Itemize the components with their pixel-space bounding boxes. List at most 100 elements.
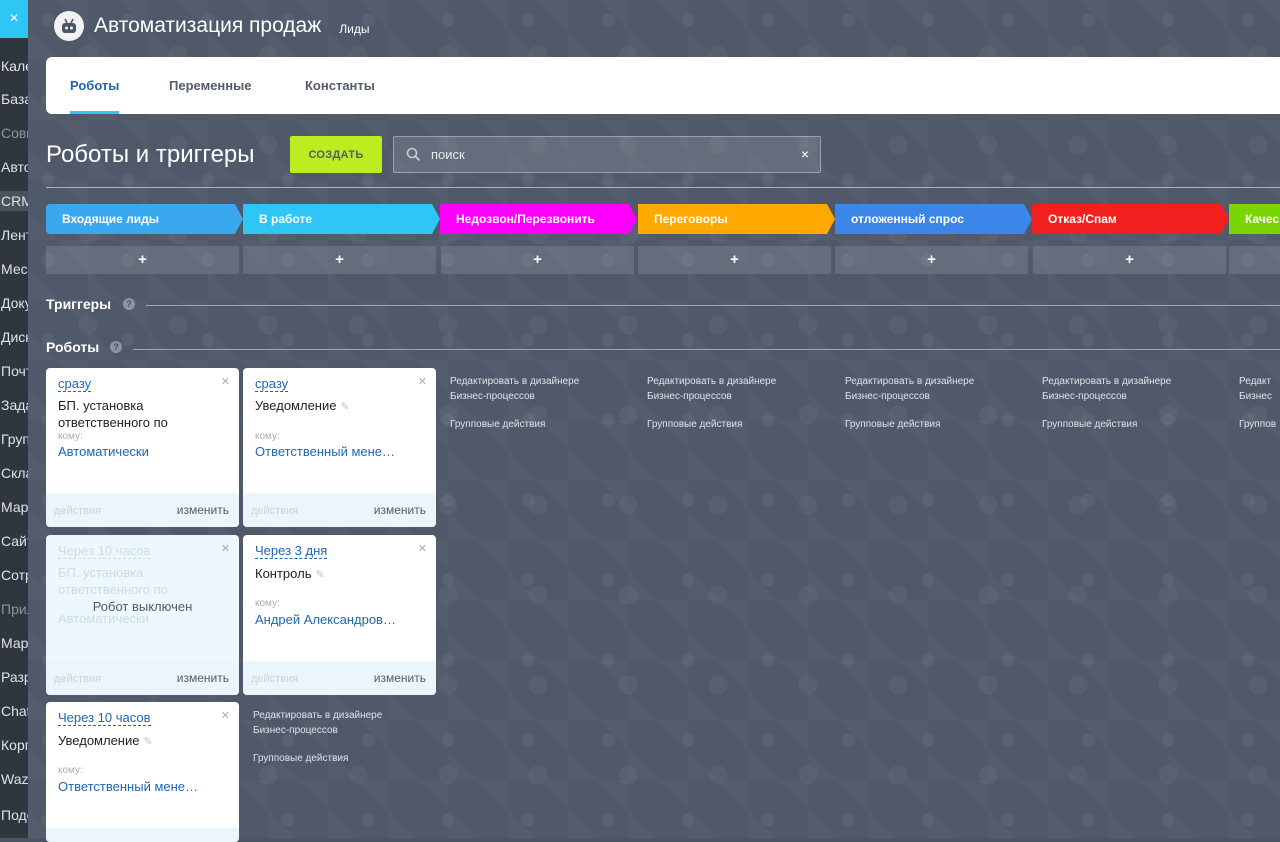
close-icon[interactable]: ✕ [221, 542, 230, 555]
robot-delay-link[interactable]: Через 10 часов [58, 710, 151, 726]
sidebar-item[interactable]: Месс [0, 259, 28, 279]
group-actions-link[interactable]: Групповые действия [647, 417, 807, 432]
column-links: Редактировать в дизайнере Бизнес-процесс… [1042, 374, 1202, 432]
designer-link[interactable]: Редактировать в дизайнере Бизнес-процесс… [647, 376, 776, 402]
group-actions-link[interactable]: Групповые действия [845, 417, 1005, 432]
add-trigger-button[interactable]: + [441, 246, 634, 274]
add-trigger-button[interactable]: + [835, 246, 1028, 274]
pencil-icon[interactable]: ✎ [340, 401, 349, 413]
designer-link[interactable]: Редактировать в дизайнере Бизнес-процесс… [253, 710, 382, 736]
sidebar-item[interactable]: Сайт [0, 531, 28, 551]
sidebar-item[interactable]: Кале [0, 56, 28, 76]
robot-card[interactable]: Через 10 часов ✕ Уведомление ✎ кому: Отве… [46, 702, 239, 842]
sidebar-item[interactable]: Скла [0, 463, 28, 483]
card-footer: действия изменить [46, 661, 239, 695]
app-title: Автоматизация продаж [94, 14, 322, 37]
sidebar-item[interactable]: Доку [0, 293, 28, 313]
robot-delay-link[interactable]: сразу [58, 376, 92, 392]
sidebar-item[interactable]: Диск [0, 327, 28, 347]
sidebar-item[interactable]: Разр [0, 667, 28, 687]
stage-deferred: отложенный спрос [835, 204, 1032, 234]
robot-card[interactable]: Через 3 дня ✕ Контроль ✎ кому: Андрей Але… [243, 535, 436, 695]
robot-card[interactable]: сразу ✕ БП. установка ответственного по … [46, 368, 239, 527]
sidebar-item[interactable]: Wazz [0, 769, 28, 789]
clear-icon[interactable]: × [801, 146, 809, 162]
help-icon[interactable]: ? [110, 341, 122, 353]
edit-button[interactable]: изменить [177, 671, 229, 685]
sidebar-item[interactable]: База [0, 89, 28, 109]
sidebar-item[interactable]: Совм [0, 123, 28, 143]
divider [146, 305, 1280, 306]
group-actions-link[interactable]: Групповые действия [1042, 417, 1202, 432]
close-icon[interactable]: × [0, 0, 28, 38]
designer-link[interactable]: Редакт Бизнес [1239, 376, 1272, 402]
pencil-icon[interactable]: ✎ [315, 569, 324, 581]
robots-label: Роботы [46, 339, 100, 355]
robot-delay-link[interactable]: Через 10 часов [58, 543, 151, 559]
edit-button[interactable]: изменить [374, 503, 426, 517]
add-trigger-button[interactable]: + [46, 246, 239, 274]
sidebar-item-crm[interactable]: CRM [0, 191, 28, 211]
sidebar-item[interactable]: Груп [0, 429, 28, 449]
sidebar-item[interactable]: Марк [0, 633, 28, 653]
sidebar-item[interactable]: Марк [0, 497, 28, 517]
robot-delay-link[interactable]: Через 3 дня [255, 543, 328, 559]
add-trigger-button[interactable]: + [638, 246, 831, 274]
actions-label: действия [251, 673, 299, 685]
actions-label: действия [251, 505, 299, 517]
close-icon[interactable]: ✕ [418, 375, 427, 388]
robot-to-value[interactable]: Автоматически [58, 444, 233, 459]
sidebar-item[interactable]: Сотр [0, 565, 28, 585]
sidebar-item[interactable]: Зада [0, 395, 28, 415]
sidebar-item[interactable]: Chat [0, 701, 28, 721]
stage-quality: Качес [1229, 204, 1280, 234]
search-field[interactable]: поиск × [393, 136, 821, 173]
robot-icon [54, 11, 84, 41]
designer-link[interactable]: Редактировать в дизайнере Бизнес-процесс… [1042, 376, 1171, 402]
sidebar-item[interactable]: Подо [0, 805, 28, 825]
robot-to-label: кому: [58, 431, 83, 442]
stage-in-progress: В работе [243, 204, 440, 234]
card-footer [46, 828, 239, 842]
column-links: Редакт Бизнес Группов [1239, 374, 1279, 432]
sidebar-item[interactable]: Лент [0, 225, 28, 245]
sidebar-item[interactable]: Авто [0, 157, 28, 177]
app-subtitle: Лиды [339, 22, 370, 36]
close-icon[interactable]: ✕ [418, 542, 427, 555]
edit-button[interactable]: изменить [177, 503, 229, 517]
designer-link[interactable]: Редактировать в дизайнере Бизнес-процесс… [450, 376, 579, 402]
sidebar-item[interactable]: Корп [0, 735, 28, 755]
stage-negotiation: Переговоры [638, 204, 835, 234]
search-icon [406, 147, 421, 162]
group-actions-link[interactable]: Групповые действия [253, 751, 413, 766]
add-trigger-button[interactable] [1229, 246, 1280, 274]
robot-name: БП. установка ответственного по [58, 565, 168, 597]
pencil-icon[interactable]: ✎ [143, 736, 152, 748]
add-trigger-button[interactable]: + [1033, 246, 1226, 274]
sidebar-item[interactable]: Прил [0, 599, 28, 619]
tab-robots[interactable]: Роботы [70, 57, 120, 114]
robot-card-disabled[interactable]: Через 10 часов ✕ БП. установка ответстве… [46, 535, 239, 695]
column-links: Редактировать в дизайнере Бизнес-процесс… [253, 708, 413, 766]
add-trigger-button[interactable]: + [243, 246, 436, 274]
sidebar-item[interactable]: Почт [0, 361, 28, 381]
group-actions-link[interactable]: Группов [1239, 417, 1279, 432]
close-icon[interactable]: ✕ [221, 375, 230, 388]
robot-name: БП. установка ответственного по [58, 398, 168, 430]
tab-variables[interactable]: Переменные [169, 57, 251, 114]
create-button[interactable]: СОЗДАТЬ [290, 136, 382, 173]
robot-to-value[interactable]: Ответственный мене… [255, 444, 430, 459]
help-icon[interactable]: ? [123, 298, 135, 310]
search-input[interactable]: поиск [431, 147, 465, 162]
robot-card[interactable]: сразу ✕ Уведомление ✎ кому: Ответственный… [243, 368, 436, 527]
tab-constants[interactable]: Константы [305, 57, 375, 114]
robot-to-value[interactable]: Андрей Александров… [255, 612, 430, 627]
left-sidebar: × Кале База Совм Авто CRM Лент Месс Доку… [0, 0, 28, 838]
group-actions-link[interactable]: Групповые действия [450, 417, 610, 432]
divider [46, 187, 1280, 188]
close-icon[interactable]: ✕ [221, 709, 230, 722]
robot-to-value[interactable]: Ответственный мене… [58, 779, 233, 794]
edit-button[interactable]: изменить [374, 671, 426, 685]
designer-link[interactable]: Редактировать в дизайнере Бизнес-процесс… [845, 376, 974, 402]
robot-delay-link[interactable]: сразу [255, 376, 289, 392]
